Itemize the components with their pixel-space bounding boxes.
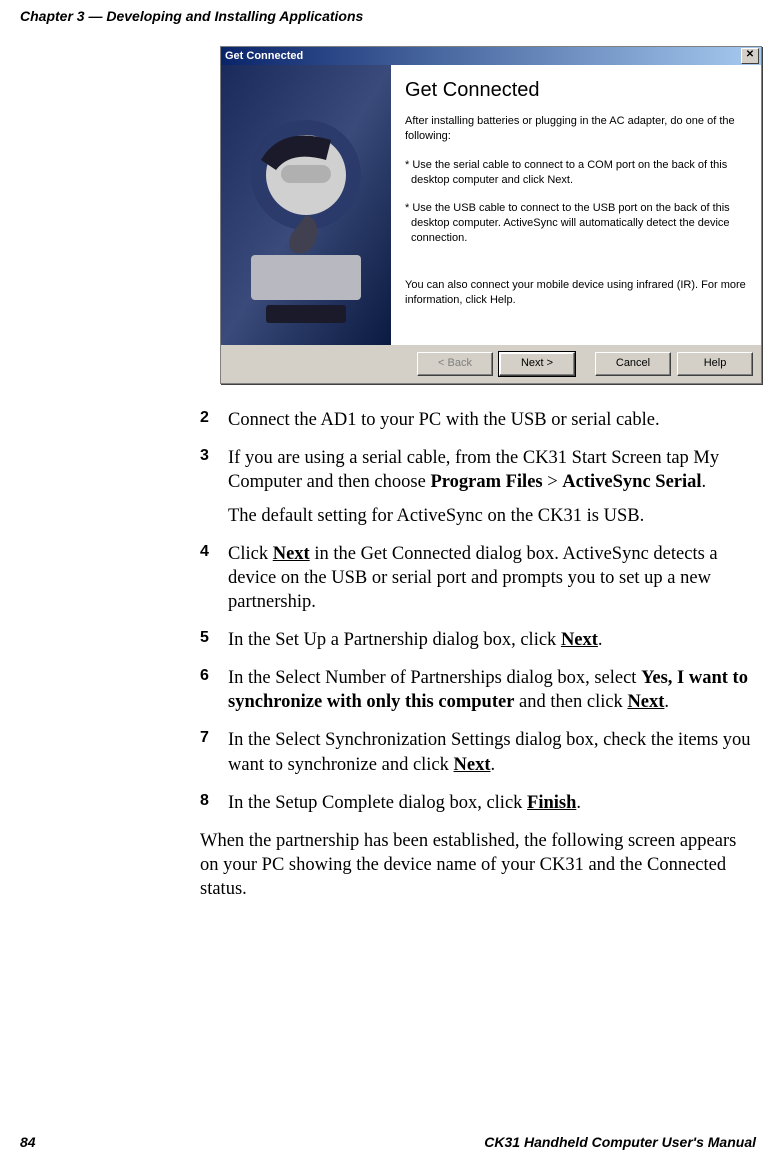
dialog-heading: Get Connected: [405, 79, 747, 102]
dialog-body: Get Connected After installing batteries…: [221, 65, 761, 345]
step-5-dot: .: [598, 630, 603, 650]
instruction-content: Connect the AD1 to your PC with the USB …: [200, 408, 756, 901]
manual-title: CK31 Handheld Computer User's Manual: [484, 1134, 756, 1150]
dialog-button-bar: < Back Next > Cancel Help: [221, 345, 761, 383]
get-connected-dialog-screenshot: Get Connected ✕: [220, 46, 760, 384]
step-7: In the Select Synchronization Settings d…: [200, 728, 756, 776]
back-button: < Back: [417, 352, 493, 376]
dialog-window: Get Connected ✕: [220, 46, 762, 384]
after-steps-paragraph: When the partnership has been establishe…: [200, 829, 756, 901]
dialog-side-graphic: [221, 65, 391, 345]
dialog-footer-text: You can also connect your mobile device …: [405, 278, 747, 308]
step-6-dot: .: [664, 692, 669, 712]
step-3-subtext: The default setting for ActiveSync on th…: [228, 504, 756, 528]
step-6-next: Next: [627, 692, 664, 712]
step-8: In the Setup Complete dialog box, click …: [200, 791, 756, 815]
step-4-text-a: Click: [228, 544, 273, 564]
step-7-dot: .: [491, 755, 496, 775]
dialog-bullet-usb: * Use the USB cable to connect to the US…: [405, 201, 747, 246]
step-5: In the Set Up a Partnership dialog box, …: [200, 628, 756, 652]
step-3-dot: .: [702, 472, 707, 492]
step-8-dot: .: [576, 793, 581, 813]
next-button[interactable]: Next >: [499, 352, 575, 376]
step-2-text: Connect the AD1 to your PC with the USB …: [228, 410, 660, 430]
activesync-serial-bold: ActiveSync Serial: [562, 472, 701, 492]
gt-sep: >: [543, 472, 563, 492]
dialog-intro-text: After installing batteries or plugging i…: [405, 114, 747, 144]
wizard-graphic-icon: [221, 65, 391, 345]
close-icon[interactable]: ✕: [741, 48, 759, 64]
step-6-text-b: and then click: [514, 692, 627, 712]
steps-list: Connect the AD1 to your PC with the USB …: [200, 408, 756, 815]
step-5-next: Next: [561, 630, 598, 650]
page-footer: 84 CK31 Handheld Computer User's Manual: [20, 1134, 756, 1150]
step-7-next: Next: [454, 755, 491, 775]
program-files-bold: Program Files: [430, 472, 542, 492]
dialog-titlebar: Get Connected ✕: [221, 47, 761, 65]
help-button[interactable]: Help: [677, 352, 753, 376]
step-2: Connect the AD1 to your PC with the USB …: [200, 408, 756, 432]
page-header: Chapter 3 — Developing and Installing Ap…: [0, 0, 776, 24]
step-6: In the Select Number of Partnerships dia…: [200, 666, 756, 714]
step-6-text-a: In the Select Number of Partnerships dia…: [228, 668, 641, 688]
step-4-next: Next: [273, 544, 310, 564]
step-5-text-a: In the Set Up a Partnership dialog box, …: [228, 630, 561, 650]
dialog-title: Get Connected: [225, 50, 303, 62]
dialog-main-column: Get Connected After installing batteries…: [391, 65, 761, 345]
step-3: If you are using a serial cable, from th…: [200, 446, 756, 528]
step-4: Click Next in the Get Connected dialog b…: [200, 542, 756, 614]
dialog-bullet-serial: * Use the serial cable to connect to a C…: [405, 158, 747, 188]
page-number: 84: [20, 1134, 36, 1150]
step-8-text-a: In the Setup Complete dialog box, click: [228, 793, 527, 813]
step-8-finish: Finish: [527, 793, 576, 813]
cancel-button[interactable]: Cancel: [595, 352, 671, 376]
